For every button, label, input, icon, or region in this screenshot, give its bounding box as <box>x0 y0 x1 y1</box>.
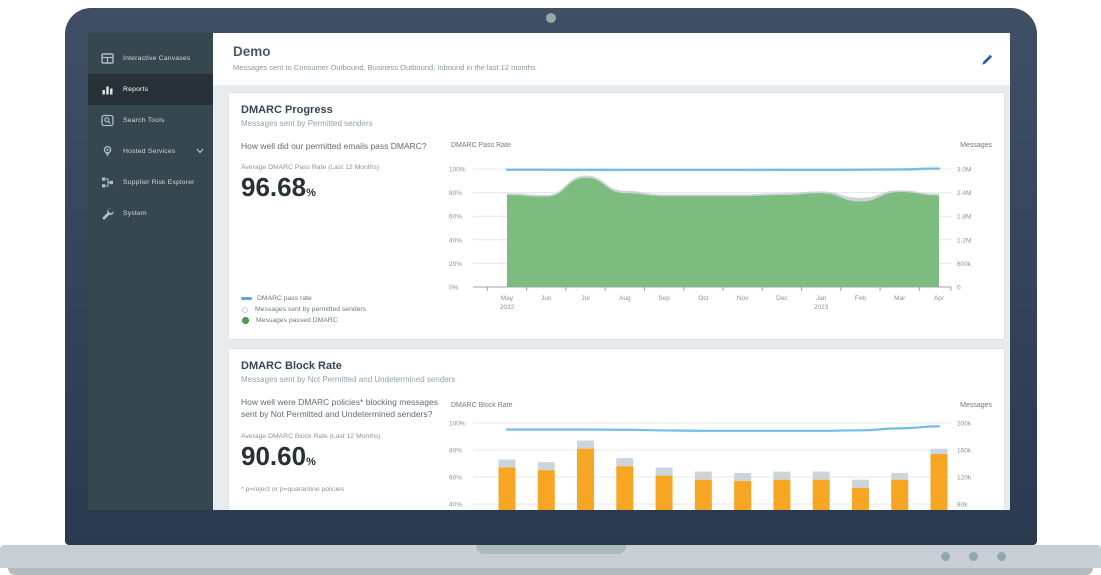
laptop-mockup: Interactive Canvases Reports Search Tool… <box>0 0 1101 575</box>
svg-text:80%: 80% <box>449 190 462 197</box>
svg-text:Feb: Feb <box>855 295 867 302</box>
dot-marker-icon <box>242 317 249 324</box>
svg-text:DMARC Pass Rate: DMARC Pass Rate <box>451 142 511 149</box>
sidebar-item-label: Search Tools <box>123 117 165 124</box>
svg-text:80k: 80k <box>957 502 968 509</box>
line-marker-icon <box>241 297 252 300</box>
ring-marker-icon <box>242 307 248 313</box>
laptop-notch <box>476 545 626 554</box>
svg-text:Messages: Messages <box>960 402 992 409</box>
svg-text:2022: 2022 <box>500 304 515 311</box>
page-header: Demo Messages sent to Consumer Outbound,… <box>213 33 1010 85</box>
svg-text:Jul: Jul <box>581 295 590 302</box>
svg-text:Dec: Dec <box>776 295 788 302</box>
vent-dot <box>969 552 978 561</box>
sidebar-item-supplier-risk-explorer[interactable]: Supplier Risk Explorer <box>88 167 213 198</box>
svg-text:200k: 200k <box>957 421 972 428</box>
svg-text:0%: 0% <box>449 285 459 292</box>
legend-label: DMARC pass rate <box>257 295 312 302</box>
search-icon <box>101 114 114 127</box>
svg-text:Nov: Nov <box>737 295 749 302</box>
page-title: Demo <box>233 44 1010 59</box>
laptop-base-edge <box>8 568 1093 575</box>
sidebar-item-label: System <box>123 210 147 217</box>
dashboard-screen: Interactive Canvases Reports Search Tool… <box>88 33 1010 510</box>
svg-text:2.4M: 2.4M <box>957 190 971 197</box>
svg-text:Mar: Mar <box>894 295 906 302</box>
location-pin-icon <box>101 145 114 158</box>
svg-text:Oct: Oct <box>698 295 708 302</box>
sidebar-item-hosted-services[interactable]: Hosted Services <box>88 136 213 167</box>
vent-dot <box>997 552 1006 561</box>
pencil-icon[interactable] <box>980 53 994 67</box>
legend-item: Messages sent by permitted senders <box>241 304 366 315</box>
chevron-down-icon <box>196 148 204 154</box>
sidebar-item-label: Supplier Risk Explorer <box>123 179 195 186</box>
main-area: Demo Messages sent to Consumer Outbound,… <box>213 33 1010 510</box>
metric-unit: % <box>306 456 316 468</box>
network-icon <box>101 176 114 189</box>
webcam-dot <box>546 13 556 23</box>
legend-label: Messages passed DMARC <box>256 317 338 324</box>
card-question: How well did our permitted emails pass D… <box>241 140 456 152</box>
card-question: How well were DMARC policies* blocking m… <box>241 396 456 421</box>
card-title: DMARC Progress <box>241 104 1004 116</box>
svg-text:Jan: Jan <box>816 295 827 302</box>
svg-text:Aug: Aug <box>619 295 631 302</box>
legend-item: Messages passed DMARC <box>241 315 366 326</box>
svg-text:100%: 100% <box>449 167 466 174</box>
svg-text:60%: 60% <box>449 475 462 482</box>
svg-text:600k: 600k <box>957 261 972 268</box>
svg-text:20%: 20% <box>449 261 462 268</box>
sidebar-item-search-tools[interactable]: Search Tools <box>88 105 213 136</box>
grid-icon <box>101 52 114 65</box>
dmarc-pass-rate-chart: DMARC Pass Rate Messages 100% 80% 60% 40% 20% 0… <box>449 137 994 332</box>
svg-text:DMARC Block Rate: DMARC Block Rate <box>451 402 513 409</box>
sidebar-item-label: Interactive Canvases <box>123 55 190 62</box>
svg-text:40%: 40% <box>449 237 462 244</box>
sidebar-item-label: Reports <box>123 86 148 93</box>
laptop-base <box>0 545 1101 568</box>
svg-text:1.8M: 1.8M <box>957 214 971 221</box>
svg-text:160k: 160k <box>957 448 972 455</box>
sidebar: Interactive Canvases Reports Search Tool… <box>88 33 213 510</box>
svg-text:Apr: Apr <box>934 295 945 302</box>
svg-text:60%: 60% <box>449 214 462 221</box>
metric-unit: % <box>306 187 316 199</box>
sidebar-item-reports[interactable]: Reports <box>88 74 213 105</box>
svg-text:2023: 2023 <box>814 304 829 311</box>
sidebar-item-label: Hosted Services <box>123 148 176 155</box>
svg-text:May: May <box>501 295 514 302</box>
sidebar-item-system[interactable]: System <box>88 198 213 229</box>
vent-dot <box>941 552 950 561</box>
dmarc-block-rate-card: DMARC Block Rate Messages sent by Not Pe… <box>228 348 1005 510</box>
card-subtitle: Messages sent by Not Permitted and Undet… <box>241 375 1004 384</box>
chart-legend: DMARC pass rate Messages sent by permitt… <box>241 293 366 326</box>
svg-text:100%: 100% <box>449 421 466 428</box>
legend-item: DMARC pass rate <box>241 293 366 304</box>
sidebar-item-interactive-canvases[interactable]: Interactive Canvases <box>88 43 213 74</box>
svg-text:40%: 40% <box>449 502 462 509</box>
dmarc-block-rate-chart: DMARC Block Rate Messages 100% 80% 60% 40% 200… <box>449 397 994 510</box>
svg-text:80%: 80% <box>449 448 462 455</box>
svg-text:Jun: Jun <box>541 295 552 302</box>
svg-text:1.2M: 1.2M <box>957 237 971 244</box>
dmarc-progress-card: DMARC Progress Messages sent by Permitte… <box>228 92 1005 340</box>
dashboard-content: DMARC Progress Messages sent by Permitte… <box>213 85 1010 510</box>
svg-text:Sep: Sep <box>658 295 670 302</box>
svg-text:3.0M: 3.0M <box>957 167 971 174</box>
svg-text:0: 0 <box>957 285 961 292</box>
card-title: DMARC Block Rate <box>241 360 1004 372</box>
page-subtitle: Messages sent to Consumer Outbound, Busi… <box>233 63 1010 72</box>
svg-text:120k: 120k <box>957 475 972 482</box>
legend-label: Messages sent by permitted senders <box>255 306 366 313</box>
card-subtitle: Messages sent by Permitted senders <box>241 119 1004 128</box>
svg-text:Messages: Messages <box>960 142 992 149</box>
bar-chart-icon <box>101 83 114 96</box>
wrench-icon <box>101 207 114 220</box>
